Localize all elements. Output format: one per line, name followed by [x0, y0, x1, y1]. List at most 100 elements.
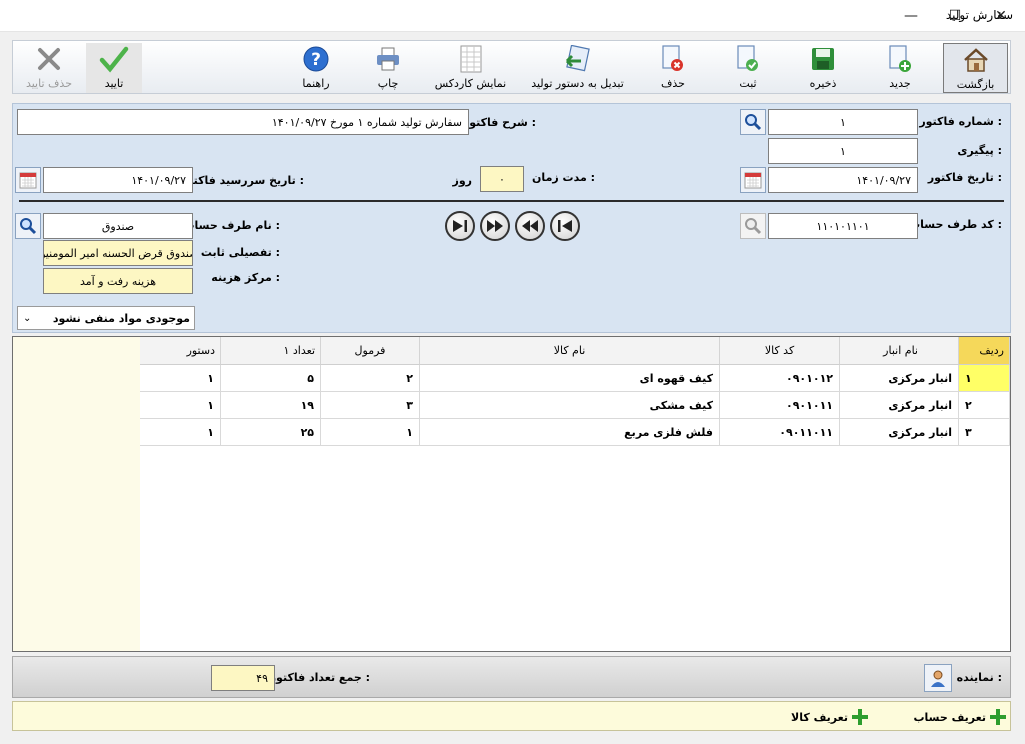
row-3-index[interactable]: ۳ [959, 419, 1010, 446]
row-3-quantity[interactable]: ۲۵ [221, 419, 321, 446]
skip-last-icon [453, 220, 467, 232]
column-header-item-name[interactable]: نام کالا [420, 337, 720, 365]
back-button[interactable]: بازگشت [943, 43, 1008, 93]
stock-option-select[interactable]: موجودی مواد منفی نشود ⌄ [17, 306, 195, 330]
row-2-index[interactable]: ۲ [959, 392, 1010, 419]
total-quantity-field: ۴۹ [211, 665, 275, 691]
row-2-formula[interactable]: ۳ [321, 392, 420, 419]
person-icon [931, 670, 945, 687]
due-date-picker[interactable] [15, 167, 41, 193]
row-3-formula[interactable]: ۱ [321, 419, 420, 446]
account-code-field[interactable]: ۱۱۰۱۰۱۱۰۱ [768, 213, 918, 239]
convert-to-production-button[interactable]: تبدیل به دستور تولید [525, 43, 630, 93]
printer-icon [373, 44, 403, 74]
due-date-field[interactable]: ۱۴۰۱/۰۹/۲۷ [43, 167, 193, 193]
row-1-item-code[interactable]: ۰۹۰۱۰۱۲ [720, 365, 840, 392]
title-bar: سفارش تولید — ☐ ✕ [0, 0, 1025, 32]
delete-confirm-button[interactable]: حذف تایید [17, 43, 81, 93]
account-name-field[interactable]: صندوق [43, 213, 193, 239]
convert-icon [563, 44, 593, 74]
column-header-warehouse[interactable]: نام انبار [840, 337, 959, 365]
account-name-search-button[interactable] [15, 213, 41, 239]
floppy-icon [808, 44, 838, 74]
define-account-link[interactable]: تعریف حساب [913, 709, 1006, 725]
x-icon [34, 44, 64, 74]
row-3-item-name[interactable]: فلش فلزی مربع [420, 419, 720, 446]
invoice-form-panel: شماره فاکتور : ۱ پیگیری : ۱ شرح فاکتور :… [12, 103, 1011, 333]
home-icon [961, 45, 991, 75]
next-record-button[interactable] [480, 211, 510, 241]
delete-button[interactable]: حذف [648, 43, 698, 93]
last-record-button[interactable] [445, 211, 475, 241]
row-3-warehouse[interactable]: انبار مرکزی [840, 419, 959, 446]
duration-unit-label: روز [452, 174, 472, 187]
first-record-button[interactable] [550, 211, 580, 241]
row-1-order[interactable]: ۱ [140, 365, 221, 392]
row-1-quantity[interactable]: ۵ [221, 365, 321, 392]
invoice-search-button[interactable] [740, 109, 766, 135]
row-1-item-name[interactable]: کیف قهوه ای [420, 365, 720, 392]
grid-empty-area [13, 337, 140, 651]
calendar-icon [19, 172, 37, 189]
new-button[interactable]: جدید [875, 43, 925, 93]
cost-center-label: مرکز هزینه : [211, 271, 280, 284]
detail-label: تفصیلی ثابت : [200, 246, 280, 259]
stock-option-value: موجودی مواد منفی نشود [52, 311, 190, 325]
toolbar: بازگشت جدید ذخیره ثبت حذف تبدیل به دستور… [12, 40, 1011, 94]
tracking-field[interactable]: ۱ [768, 138, 918, 164]
help-icon: ? [301, 44, 331, 74]
chevron-down-icon: ⌄ [23, 312, 32, 324]
register-button[interactable]: ثبت [723, 43, 773, 93]
row-2-quantity[interactable]: ۱۹ [221, 392, 321, 419]
help-button[interactable]: ? راهنما [291, 43, 341, 93]
save-button[interactable]: ذخیره [798, 43, 848, 93]
search-icon [745, 218, 762, 235]
account-code-label: کد طرف حساب : [909, 218, 1002, 231]
maximize-button[interactable]: ☐ [932, 0, 978, 32]
row-1-index[interactable]: ۱ [959, 365, 1010, 392]
plus-icon [990, 709, 1006, 725]
summary-bar: نماینده : جمع تعداد فاکتور : ۴۹ [12, 656, 1011, 698]
document-delete-icon [658, 44, 688, 74]
print-button[interactable]: چاپ [363, 43, 413, 93]
invoice-number-field[interactable]: ۱ [768, 109, 918, 135]
items-grid: ردیف نام انبار کد کالا نام کالا فرمول تع… [12, 336, 1011, 652]
svg-text:?: ? [311, 50, 321, 70]
close-button[interactable]: ✕ [978, 0, 1024, 32]
column-header-item-code[interactable]: کد کالا [720, 337, 840, 365]
search-icon [20, 218, 37, 235]
define-goods-link[interactable]: تعریف کالا [791, 709, 868, 725]
column-header-row[interactable]: ردیف [959, 337, 1010, 365]
due-date-label: تاریخ سررسید فاکتور : [180, 174, 304, 187]
agent-button[interactable] [924, 664, 952, 692]
detail-field[interactable]: صندوق قرض الحسنه امیر المومنین [43, 240, 193, 266]
confirm-button[interactable]: تایید [86, 43, 142, 93]
invoice-date-field[interactable]: ۱۴۰۱/۰۹/۲۷ [768, 167, 918, 193]
row-2-item-code[interactable]: ۰۹۰۱۰۱۱ [720, 392, 840, 419]
tracking-label: پیگیری : [957, 144, 1002, 157]
checkmark-icon [99, 44, 129, 74]
invoice-date-picker[interactable] [740, 167, 766, 193]
column-header-formula[interactable]: فرمول [321, 337, 420, 365]
row-3-item-code[interactable]: ۰۹۰۱۱۰۱۱ [720, 419, 840, 446]
account-code-search-button[interactable] [740, 213, 766, 239]
invoice-number-label: شماره فاکتور : [919, 115, 1002, 128]
row-1-warehouse[interactable]: انبار مرکزی [840, 365, 959, 392]
description-label: شرح فاکتور : [462, 116, 536, 129]
previous-record-button[interactable] [515, 211, 545, 241]
skip-first-icon [558, 220, 572, 232]
total-quantity-label: جمع تعداد فاکتور : [269, 671, 370, 684]
cost-center-field[interactable]: هزینه رفت و آمد [43, 268, 193, 294]
minimize-button[interactable]: — [888, 0, 934, 32]
description-field[interactable]: سفارش تولید شماره ۱ مورخ ۱۴۰۱/۰۹/۲۷ [17, 109, 469, 135]
row-2-order[interactable]: ۱ [140, 392, 221, 419]
column-header-quantity[interactable]: تعداد ۱ [221, 337, 321, 365]
row-1-formula[interactable]: ۲ [321, 365, 420, 392]
invoice-date-label: تاریخ فاکتور : [927, 171, 1002, 184]
column-header-order[interactable]: دستور [140, 337, 221, 365]
row-3-order[interactable]: ۱ [140, 419, 221, 446]
cardex-button[interactable]: نمایش کاردکس [428, 43, 513, 93]
row-2-warehouse[interactable]: انبار مرکزی [840, 392, 959, 419]
row-2-item-name[interactable]: کیف مشکی [420, 392, 720, 419]
duration-field[interactable]: ۰ [480, 166, 524, 192]
